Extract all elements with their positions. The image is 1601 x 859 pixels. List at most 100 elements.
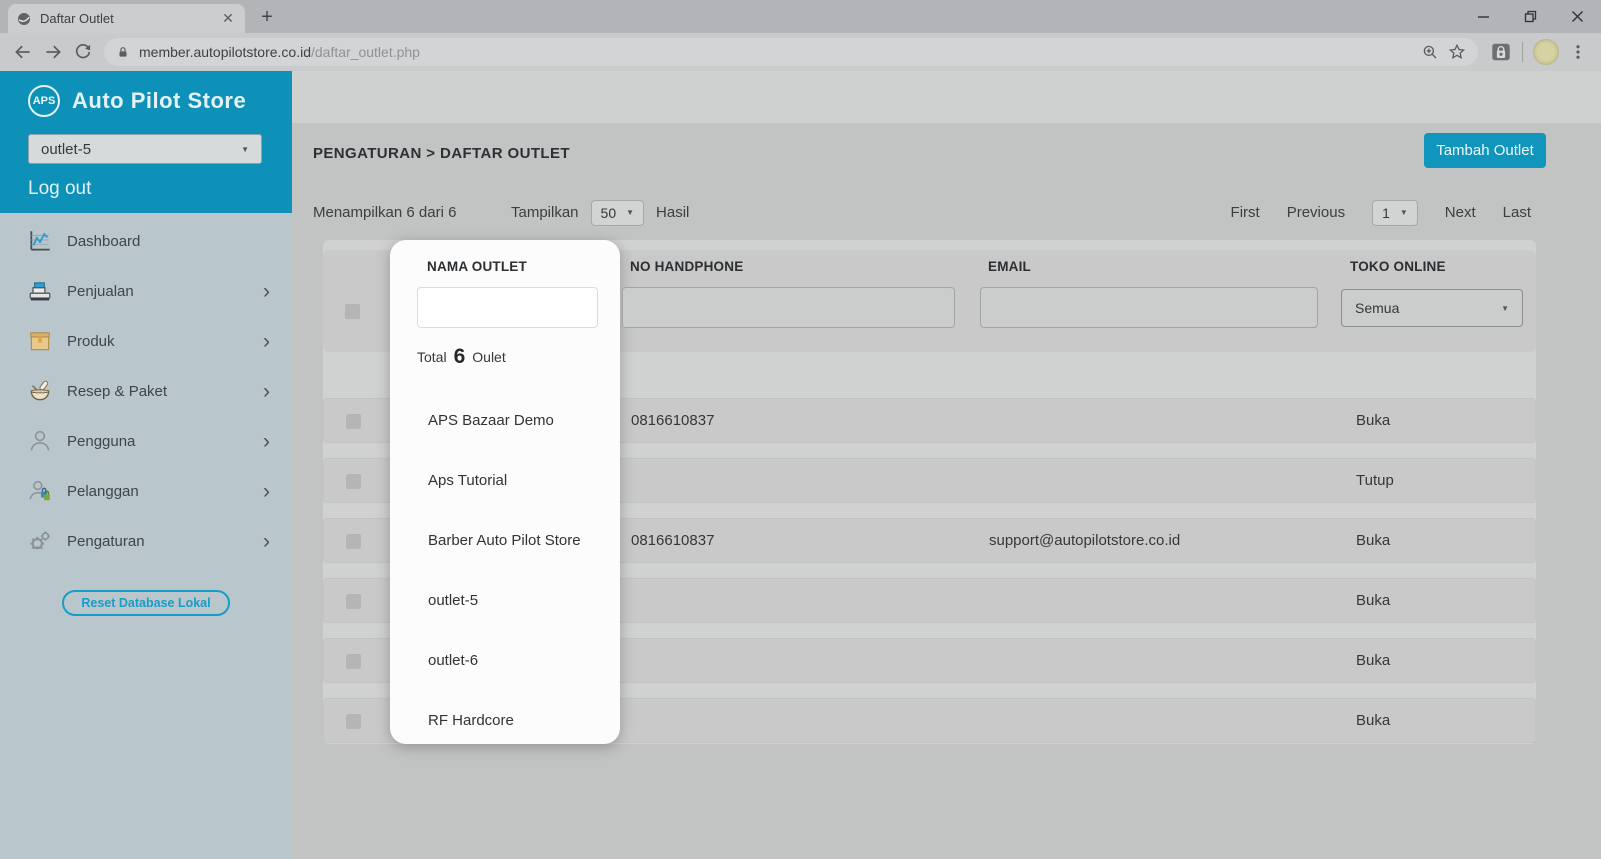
handphone-filter-input[interactable] xyxy=(622,287,955,328)
cell-toko-online: Buka xyxy=(1356,412,1390,429)
chevron-down-icon: ▼ xyxy=(1400,208,1408,217)
sidebar-header: APS Auto Pilot Store outlet-5 ▼ Log out xyxy=(0,71,292,213)
email-filter-input[interactable] xyxy=(980,287,1318,328)
extension-icon[interactable] xyxy=(1490,41,1512,63)
zoom-icon[interactable] xyxy=(1421,43,1439,61)
column-header-email[interactable]: EMAIL xyxy=(988,259,1031,274)
total-outlet-text: Total 6 Oulet xyxy=(417,345,506,369)
page-size-label: Tampilkan xyxy=(511,204,579,221)
select-all-checkbox[interactable] xyxy=(345,304,360,319)
column-header-toko-online[interactable]: TOKO ONLINE xyxy=(1350,259,1446,274)
cell-nama-outlet: RF Hardcore xyxy=(428,712,514,729)
logout-link[interactable]: Log out xyxy=(28,178,262,200)
row-checkbox[interactable] xyxy=(346,534,361,549)
chevron-right-icon: › xyxy=(263,381,270,402)
cell-nama-outlet: APS Bazaar Demo xyxy=(428,412,554,429)
row-checkbox[interactable] xyxy=(346,474,361,489)
tab-close-icon[interactable]: ✕ xyxy=(219,10,237,28)
sidebar-item-produk[interactable]: Produk › xyxy=(0,316,292,366)
browser-titlebar: Daftar Outlet ✕ + xyxy=(0,0,1601,33)
aps-logo: APS xyxy=(28,85,60,117)
cash-register-icon xyxy=(26,278,53,305)
customer-bag-icon xyxy=(26,478,53,505)
page-number-select[interactable]: 1 ▼ xyxy=(1372,200,1418,226)
sidebar-item-resep-paket[interactable]: Resep & Paket › xyxy=(0,366,292,416)
mortar-pestle-icon xyxy=(26,378,53,405)
tab-title: Daftar Outlet xyxy=(40,11,211,26)
pagination-next[interactable]: Next xyxy=(1445,204,1476,221)
column-header-nama-outlet[interactable]: NAMA OUTLET xyxy=(427,259,527,274)
browser-tab[interactable]: Daftar Outlet ✕ xyxy=(8,4,245,33)
cell-toko-online: Tutup xyxy=(1356,472,1394,489)
sidebar-menu: Dashboard Penjualan › Produk › xyxy=(0,213,292,566)
browser-window: Daftar Outlet ✕ + xyxy=(0,0,1601,859)
cell-toko-online: Buka xyxy=(1356,712,1390,729)
reload-icon[interactable] xyxy=(68,37,98,67)
browser-menu-icon[interactable] xyxy=(1569,43,1587,61)
showing-count-text: Menampilkan 6 dari 6 xyxy=(313,204,456,221)
pagination-last[interactable]: Last xyxy=(1503,204,1531,221)
nama-outlet-filter-input[interactable] xyxy=(417,287,598,328)
sidebar-item-penjualan[interactable]: Penjualan › xyxy=(0,266,292,316)
chevron-down-icon: ▼ xyxy=(626,208,634,217)
dashboard-chart-icon xyxy=(26,228,53,255)
browser-toolbar: member.autopilotstore.co.id/daftar_outle… xyxy=(0,33,1601,71)
cell-no-handphone: 0816610837 xyxy=(631,532,714,549)
window-minimize-button[interactable] xyxy=(1460,0,1507,33)
row-checkbox[interactable] xyxy=(346,714,361,729)
url-path: /daftar_outlet.php xyxy=(311,44,420,60)
pagination-first[interactable]: First xyxy=(1231,204,1260,221)
forward-icon[interactable] xyxy=(38,37,68,67)
cell-nama-outlet: Barber Auto Pilot Store xyxy=(428,532,581,549)
row-checkbox[interactable] xyxy=(346,654,361,669)
brand: APS Auto Pilot Store xyxy=(28,85,262,117)
new-tab-button[interactable]: + xyxy=(254,4,280,30)
sidebar-item-label: Pengguna xyxy=(67,433,135,450)
site-favicon-icon xyxy=(16,11,32,27)
page-top-band xyxy=(292,71,1601,123)
cell-toko-online: Buka xyxy=(1356,652,1390,669)
box-icon xyxy=(26,328,53,355)
column-header-no-handphone[interactable]: NO HANDPHONE xyxy=(630,259,743,274)
outlet-select[interactable]: outlet-5 ▼ xyxy=(28,134,262,164)
sidebar: APS Auto Pilot Store outlet-5 ▼ Log out … xyxy=(0,71,292,859)
page-size-suffix: Hasil xyxy=(656,204,689,221)
address-bar[interactable]: member.autopilotstore.co.id/daftar_outle… xyxy=(104,38,1478,66)
sidebar-item-dashboard[interactable]: Dashboard xyxy=(0,216,292,266)
outlet-table: NAMA OUTLET NO HANDPHONE EMAIL TOKO ONLI… xyxy=(323,240,1536,744)
tambah-outlet-button[interactable]: Tambah Outlet xyxy=(1424,133,1546,168)
cell-toko-online: Buka xyxy=(1356,592,1390,609)
gear-icon xyxy=(26,528,53,555)
sidebar-item-pelanggan[interactable]: Pelanggan › xyxy=(0,466,292,516)
url-text: member.autopilotstore.co.id/daftar_outle… xyxy=(139,44,420,60)
cell-no-handphone: 0816610837 xyxy=(631,412,714,429)
cell-email: support@autopilotstore.co.id xyxy=(989,532,1180,549)
breadcrumb: PENGATURAN > DAFTAR OUTLET xyxy=(313,145,570,162)
pagination: First Previous 1 ▼ Next Last xyxy=(1231,200,1531,226)
sidebar-item-label: Penjualan xyxy=(67,283,134,300)
user-icon xyxy=(26,428,53,455)
chevron-down-icon: ▼ xyxy=(241,145,249,154)
cell-nama-outlet: outlet-6 xyxy=(428,652,478,669)
row-checkbox[interactable] xyxy=(346,594,361,609)
bookmark-star-icon[interactable] xyxy=(1448,43,1466,61)
sidebar-item-label: Pelanggan xyxy=(67,483,139,500)
window-restore-button[interactable] xyxy=(1507,0,1554,33)
profile-avatar[interactable] xyxy=(1533,39,1559,65)
sidebar-item-pengguna[interactable]: Pengguna › xyxy=(0,416,292,466)
chevron-right-icon: › xyxy=(263,531,270,552)
back-icon[interactable] xyxy=(8,37,38,67)
reset-database-button[interactable]: Reset Database Lokal xyxy=(62,590,229,616)
pagination-previous[interactable]: Previous xyxy=(1287,204,1345,221)
chevron-right-icon: › xyxy=(263,331,270,352)
brand-name: Auto Pilot Store xyxy=(72,88,246,114)
toko-online-filter-select[interactable]: Semua ▼ xyxy=(1341,289,1523,327)
page-size-select[interactable]: 50 ▼ xyxy=(591,200,645,226)
row-checkbox[interactable] xyxy=(346,414,361,429)
chevron-right-icon: › xyxy=(263,481,270,502)
window-close-button[interactable] xyxy=(1554,0,1601,33)
sidebar-item-label: Resep & Paket xyxy=(67,383,167,400)
sidebar-item-pengaturan[interactable]: Pengaturan › xyxy=(0,516,292,566)
cell-toko-online: Buka xyxy=(1356,532,1390,549)
lock-icon xyxy=(116,45,130,60)
